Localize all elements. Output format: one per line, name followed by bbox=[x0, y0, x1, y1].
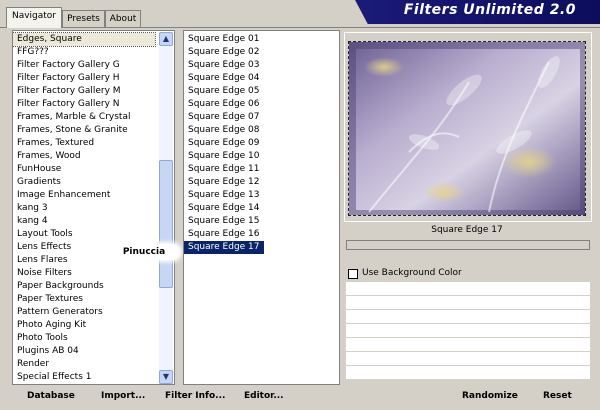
scrollbar-thumb[interactable] bbox=[159, 160, 173, 288]
editor-button[interactable]: Editor... bbox=[244, 389, 284, 403]
parameter-row bbox=[346, 324, 590, 338]
filter-item[interactable]: Square Edge 03 bbox=[184, 59, 339, 72]
category-item[interactable]: Plugins AB 04 bbox=[13, 345, 155, 358]
database-button[interactable]: Database bbox=[27, 389, 75, 403]
category-item[interactable]: Paper Textures bbox=[13, 293, 155, 306]
category-item[interactable]: Filter Factory Gallery M bbox=[13, 85, 155, 98]
category-item[interactable]: Edges, Square bbox=[13, 32, 156, 47]
app-title: Filters Unlimited 2.0 bbox=[403, 2, 576, 18]
category-item[interactable]: Frames, Stone & Granite bbox=[13, 124, 155, 137]
category-item[interactable]: kang 4 bbox=[13, 215, 155, 228]
category-item[interactable]: Filter Factory Gallery N bbox=[13, 98, 155, 111]
category-item[interactable]: Noise Filters bbox=[13, 267, 155, 280]
scroll-down-arrow-icon[interactable]: ▼ bbox=[159, 370, 173, 384]
filter-info-button[interactable]: Filter Info... bbox=[165, 389, 225, 403]
category-item[interactable]: Pattern Generators bbox=[13, 306, 155, 319]
filter-item[interactable]: Square Edge 15 bbox=[184, 215, 339, 228]
filter-list[interactable]: Square Edge 01 Square Edge 02 Square Edge … bbox=[183, 30, 340, 385]
category-item[interactable]: Layout Tools bbox=[13, 228, 155, 241]
category-item[interactable]: Photo Tools bbox=[13, 332, 155, 345]
category-item[interactable]: FFG??? bbox=[13, 46, 155, 59]
parameter-row bbox=[346, 352, 590, 366]
filter-item[interactable]: Square Edge 11 bbox=[184, 163, 339, 176]
filter-item[interactable]: Square Edge 14 bbox=[184, 202, 339, 215]
category-list[interactable]: Edges, Square FFG??? Filter Factory Galler… bbox=[12, 30, 175, 385]
parameter-row bbox=[346, 282, 590, 296]
use-background-color-checkbox[interactable] bbox=[348, 269, 358, 279]
filter-item[interactable]: Square Edge 12 bbox=[184, 176, 339, 189]
filter-item[interactable]: Square Edge 13 bbox=[184, 189, 339, 202]
filter-item[interactable]: Square Edge 10 bbox=[184, 150, 339, 163]
category-item[interactable]: Gradients bbox=[13, 176, 155, 189]
filter-item[interactable]: Square Edge 16 bbox=[184, 228, 339, 241]
filter-item[interactable]: Square Edge 09 bbox=[184, 137, 339, 150]
use-background-color-label[interactable]: Use Background Color bbox=[362, 268, 462, 278]
category-item[interactable]: Frames, Wood bbox=[13, 150, 155, 163]
parameter-row bbox=[346, 310, 590, 324]
filter-item[interactable]: Square Edge 02 bbox=[184, 46, 339, 59]
tab-about[interactable]: About bbox=[105, 10, 141, 27]
category-item[interactable]: Special Effects 1 bbox=[13, 371, 155, 384]
preview-image bbox=[348, 41, 586, 216]
filter-item[interactable]: Square Edge 17 bbox=[184, 241, 264, 254]
tab-presets[interactable]: Presets bbox=[62, 10, 105, 27]
reset-button[interactable]: Reset bbox=[543, 389, 572, 403]
filter-item[interactable]: Square Edge 01 bbox=[184, 33, 339, 46]
filter-item[interactable]: Square Edge 04 bbox=[184, 72, 339, 85]
randomize-button[interactable]: Randomize bbox=[462, 389, 518, 403]
parameter-row bbox=[346, 366, 590, 380]
category-item[interactable]: Image Enhancement bbox=[13, 189, 155, 202]
tab-strip-line bbox=[0, 27, 600, 28]
filter-item[interactable]: Square Edge 05 bbox=[184, 85, 339, 98]
category-item[interactable]: Paper Backgrounds bbox=[13, 280, 155, 293]
progress-bar bbox=[346, 240, 590, 250]
scroll-up-arrow-icon[interactable]: ▲ bbox=[159, 32, 173, 46]
category-item[interactable]: Render bbox=[13, 358, 155, 371]
watermark-signature: Pinuccia bbox=[108, 244, 180, 260]
category-item[interactable]: kang 3 bbox=[13, 202, 155, 215]
category-item[interactable]: FunHouse bbox=[13, 163, 155, 176]
category-item[interactable]: Frames, Textured bbox=[13, 137, 155, 150]
preview-filter-name: Square Edge 17 bbox=[431, 225, 503, 235]
preview-artwork bbox=[349, 42, 585, 215]
category-item[interactable]: Photo Aging Kit bbox=[13, 319, 155, 332]
category-item[interactable]: Frames, Marble & Crystal bbox=[13, 111, 155, 124]
import-button[interactable]: Import... bbox=[101, 389, 145, 403]
filter-item[interactable]: Square Edge 07 bbox=[184, 111, 339, 124]
filter-item[interactable]: Square Edge 08 bbox=[184, 124, 339, 137]
filter-item[interactable]: Square Edge 06 bbox=[184, 98, 339, 111]
category-scrollbar[interactable]: ▲ ▼ bbox=[159, 32, 173, 384]
parameter-row bbox=[346, 296, 590, 310]
tab-navigator[interactable]: Navigator bbox=[6, 7, 62, 28]
parameter-row bbox=[346, 338, 590, 352]
category-item[interactable]: Filter Factory Gallery G bbox=[13, 59, 155, 72]
category-item[interactable]: Filter Factory Gallery H bbox=[13, 72, 155, 85]
title-banner: Filters Unlimited 2.0 bbox=[345, 0, 600, 24]
